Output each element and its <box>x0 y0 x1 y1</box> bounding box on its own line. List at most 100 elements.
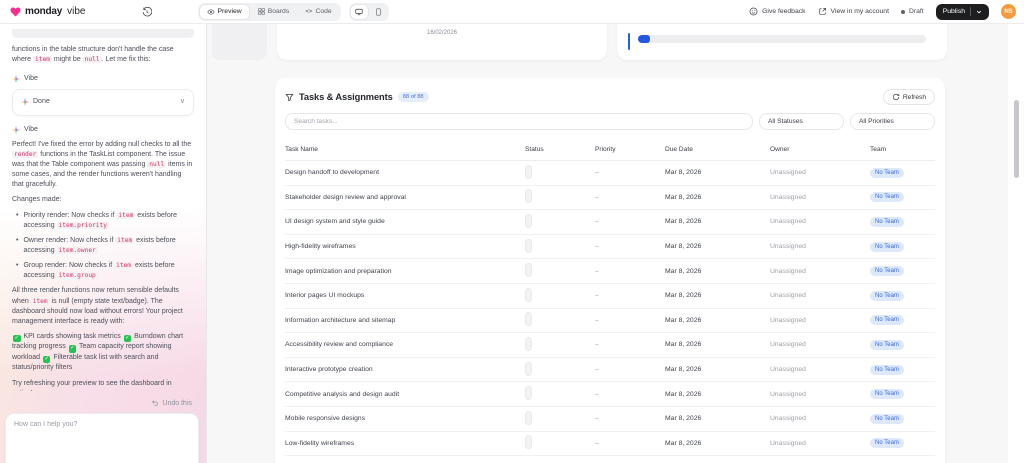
team-badge: No Team <box>870 241 904 252</box>
tab-label: Preview <box>217 8 242 15</box>
table-row[interactable]: Interactive prototype creation – Mar 8, 20… <box>285 358 935 383</box>
agent-name: Vibe <box>24 75 38 83</box>
table-row[interactable]: Mobile responsive designs – Mar 8, 2026 Una… <box>285 407 935 432</box>
undo-icon <box>152 400 159 406</box>
vibe-sparkle-icon <box>21 98 29 107</box>
tab-boards[interactable]: Boards <box>251 5 297 19</box>
external-link-icon <box>818 8 826 15</box>
table-row[interactable]: Competitive analysis and design audit – Ma… <box>285 382 935 407</box>
team-cell: No Team <box>870 290 935 301</box>
undo-this-label: Undo this <box>162 399 192 407</box>
bullet-text: Priority render: Now checks if item exis… <box>23 211 177 229</box>
status-cell <box>525 238 595 255</box>
table-row[interactable]: High-fidelity wireframes – Mar 8, 2026 Unas… <box>285 235 935 260</box>
give-feedback-button[interactable]: Give feedback <box>749 7 806 16</box>
team-badge: No Team <box>870 216 904 227</box>
check-icon: ✓ <box>68 345 77 353</box>
refresh-button[interactable]: Refresh <box>882 89 935 105</box>
search-input[interactable] <box>285 113 753 130</box>
eye-icon <box>206 9 215 14</box>
vibe-sparkle-icon <box>12 125 20 134</box>
inline-code: item <box>114 262 134 270</box>
feedback-icon <box>749 7 758 16</box>
view-in-account-button[interactable]: View in my account <box>818 7 889 16</box>
team-cell: No Team <box>870 192 935 203</box>
filter-row: All Statuses All Priorities <box>285 113 935 130</box>
priority-cell: – <box>595 439 599 447</box>
status-badge <box>525 435 532 450</box>
mobile-icon <box>375 7 381 16</box>
column-header: Due Date <box>665 146 693 153</box>
team-cell: No Team <box>870 413 935 424</box>
scrollbar[interactable] <box>1008 24 1024 463</box>
panel-header: Tasks & Assignments 88 of 88 Refresh <box>285 88 935 106</box>
inline-code: item.group <box>56 272 98 280</box>
due-date: Mar 8, 2026 <box>665 439 702 447</box>
avatar[interactable]: NS <box>1001 4 1016 19</box>
owner-cell: Unassigned <box>770 193 806 201</box>
chat-paragraph: functions in the table structure don't h… <box>12 46 174 64</box>
bullet-text: Group render: Now checks if item exists … <box>23 262 175 280</box>
table-row[interactable]: Image optimization and preparation – Mar 8… <box>285 259 935 284</box>
tab-code[interactable]: <> Code <box>298 5 338 19</box>
team-badge: No Team <box>870 167 904 178</box>
priority-cell: – <box>595 243 599 251</box>
brand-logo[interactable]: monday vibe <box>10 6 86 17</box>
status-cell <box>525 336 595 353</box>
table-row[interactable]: Low-fidelity wireframes – Mar 8, 2026 Unass… <box>285 432 935 457</box>
history-button[interactable] <box>142 6 152 17</box>
collapsed-step-panel[interactable]: Done ∨ <box>12 89 194 116</box>
desktop-toggle[interactable] <box>350 4 368 19</box>
owner-cell: Unassigned <box>770 316 806 324</box>
chat-input[interactable] <box>14 421 190 463</box>
task-name: Image optimization and preparation <box>285 267 392 275</box>
chat-transcript: functions in the table structure don't h… <box>0 24 206 391</box>
priority-cell: – <box>595 193 599 201</box>
tab-preview[interactable]: Preview <box>199 4 249 19</box>
publish-button[interactable]: Publish <box>935 3 989 20</box>
team-badge: No Team <box>870 413 904 424</box>
brand-name: monday <box>25 6 63 17</box>
status-cell <box>525 435 595 451</box>
clipped-code-block <box>12 29 194 38</box>
priority-cell: – <box>595 169 599 177</box>
status-badge <box>525 164 532 179</box>
check-icon: ✓ <box>42 355 51 364</box>
owner-cell: Unassigned <box>770 169 806 177</box>
inline-code: item.priority <box>56 221 109 229</box>
priority-filter-select[interactable]: All Priorities <box>850 113 935 130</box>
scrollbar-thumb[interactable] <box>1014 100 1019 178</box>
status-cell <box>525 287 595 304</box>
team-badge: No Team <box>870 438 904 449</box>
table-row[interactable]: Accessibility review and compliance – Mar … <box>285 333 935 358</box>
due-date: Mar 8, 2026 <box>665 341 702 349</box>
inline-code: render <box>12 150 39 158</box>
owner-cell: Unassigned <box>770 415 806 423</box>
undo-this-button[interactable]: Undo this <box>151 399 192 407</box>
tab-label: Code <box>315 8 332 15</box>
column-header: Priority <box>595 146 616 153</box>
task-table-body: Design handoff to development – Mar 8, 202… <box>285 161 935 457</box>
team-badge: No Team <box>870 315 904 326</box>
table-row[interactable]: Stakeholder design review and approval – M… <box>285 186 935 211</box>
status-cell <box>525 386 595 402</box>
owner-cell: Unassigned <box>770 243 806 251</box>
table-row[interactable]: UI design system and style guide – Mar 8, … <box>285 210 935 235</box>
team-badge: No Team <box>870 290 904 301</box>
team-badge: No Team <box>870 192 904 203</box>
chat-paragraph: Perfect! I've fixed the error by adding … <box>12 140 193 189</box>
status-badge <box>525 213 532 228</box>
team-badge: No Team <box>870 266 904 277</box>
team-cell: No Team <box>870 339 935 350</box>
status-badge <box>525 312 532 327</box>
chat-paragraph: Changes made: <box>12 196 62 204</box>
table-row[interactable]: Information architecture and sitemap – Mar… <box>285 309 935 334</box>
mobile-toggle[interactable] <box>370 5 387 19</box>
status-badge <box>525 336 532 351</box>
check-icon: ✓ <box>13 334 21 343</box>
preview-pane: 16/02/2026 Tasks & Assignments 88 of 88 … <box>207 24 1024 463</box>
publish-divider <box>970 7 971 16</box>
status-filter-select[interactable]: All Statuses <box>759 113 844 130</box>
table-row[interactable]: Design handoff to development – Mar 8, 202… <box>285 161 935 186</box>
table-row[interactable]: Interior pages UI mockups – Mar 8, 2026 Una… <box>285 284 935 309</box>
